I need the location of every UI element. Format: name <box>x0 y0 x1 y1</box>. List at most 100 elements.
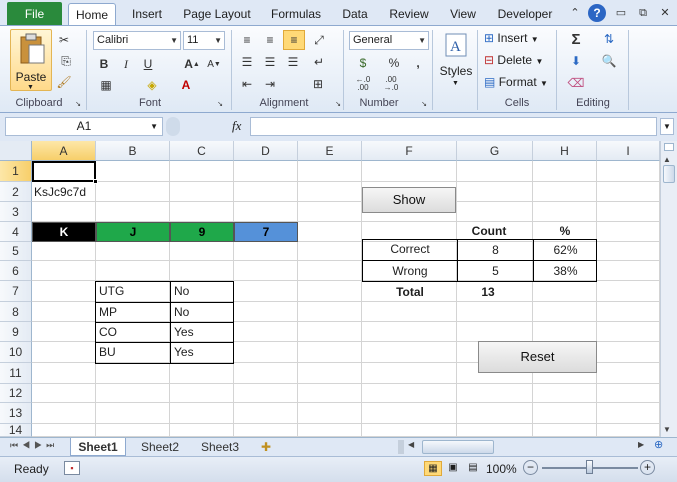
split-box[interactable] <box>664 143 674 151</box>
font-color-icon[interactable]: A <box>176 77 196 93</box>
column-header-i[interactable]: I <box>597 141 660 161</box>
tab-split-handle[interactable] <box>398 440 404 454</box>
insert-sheet-icon[interactable]: ✚ <box>256 438 276 456</box>
decrease-decimal-button[interactable]: .00 →.0 <box>378 76 404 92</box>
page-layout-view-icon[interactable]: ▣ <box>444 461 462 476</box>
row-header-7[interactable]: 7 <box>0 281 32 302</box>
scroll-left-icon[interactable]: ◀ <box>408 440 414 449</box>
align-middle-icon[interactable]: ≡ <box>261 32 279 48</box>
align-bottom-icon[interactable]: ≡ <box>283 30 305 50</box>
sheet-tab-3[interactable]: Sheet3 <box>194 438 246 456</box>
insert-cells-button[interactable]: ⊞ Insert ▼ <box>484 31 539 47</box>
column-header-f[interactable]: F <box>362 141 457 161</box>
row-header-12[interactable]: 12 <box>0 384 32 403</box>
number-format-select[interactable]: General ▼ <box>349 31 429 50</box>
increase-font-icon[interactable]: A ▲ <box>184 56 200 72</box>
scroll-up-icon[interactable]: ▲ <box>663 155 671 164</box>
row-header-11[interactable]: 11 <box>0 363 32 384</box>
tab-home[interactable]: Home <box>68 3 116 26</box>
row-header-10[interactable]: 10 <box>0 342 32 363</box>
tab-developer[interactable]: Developer <box>494 3 556 26</box>
sheet-tab-1[interactable]: Sheet1 <box>70 438 126 456</box>
sort-filter-icon[interactable]: ⇅ <box>596 31 622 47</box>
tab-data[interactable]: Data <box>335 3 375 26</box>
window-restore-icon[interactable]: ⧉ <box>634 5 652 21</box>
align-top-icon[interactable]: ≡ <box>238 32 256 48</box>
column-header-e[interactable]: E <box>298 141 362 161</box>
borders-icon[interactable]: ▦ <box>96 77 116 93</box>
wrap-text-icon[interactable]: ↵ <box>310 54 328 70</box>
increase-decimal-button[interactable]: ←.0 .00 <box>350 76 376 92</box>
position-value[interactable]: Yes <box>170 342 234 364</box>
decrease-font-icon[interactable]: A ▼ <box>206 56 222 72</box>
window-close-icon[interactable]: ✕ <box>656 5 674 21</box>
vertical-scrollbar[interactable]: ▲ ▼ <box>660 141 677 437</box>
column-header-h[interactable]: H <box>533 141 597 161</box>
percent-button[interactable]: % <box>386 55 402 71</box>
align-center-icon[interactable]: ☰ <box>261 54 279 70</box>
dialog-launcher-icon[interactable]: ↘ <box>74 100 82 108</box>
format-cells-button[interactable]: ▤ Format ▼ <box>484 75 548 91</box>
formula-input[interactable] <box>250 117 657 136</box>
card-cell[interactable]: J <box>96 222 170 242</box>
row-header-13[interactable]: 13 <box>0 403 32 424</box>
zoom-level[interactable]: 100% <box>486 462 517 476</box>
scroll-right-icon[interactable]: ▶ <box>638 440 644 449</box>
macro-record-icon[interactable]: ▪ <box>64 461 80 475</box>
column-header-g[interactable]: G <box>457 141 533 161</box>
format-painter-icon[interactable]: 🖌 <box>56 74 72 90</box>
fill-handle[interactable] <box>93 179 98 184</box>
autosum-icon[interactable]: Σ <box>564 31 588 48</box>
expand-formula-bar-icon[interactable]: ▼ <box>660 118 674 135</box>
window-minimize-icon[interactable]: ▭ <box>612 5 630 21</box>
bold-button[interactable]: B <box>96 56 112 72</box>
row-header-1[interactable]: 1 <box>0 161 32 182</box>
cut-icon[interactable]: ✂ <box>56 32 72 48</box>
sheet-nav-icons[interactable]: ⏮◀▶⏭ <box>10 440 58 451</box>
sheet-tab-2[interactable]: Sheet2 <box>134 438 186 456</box>
tab-page-layout[interactable]: Page Layout <box>178 3 256 26</box>
horizontal-scroll-thumb[interactable] <box>422 440 494 454</box>
position-name[interactable]: MP <box>95 302 171 323</box>
align-right-icon[interactable]: ☰ <box>284 54 302 70</box>
position-value[interactable]: No <box>170 302 234 323</box>
row-header-5[interactable]: 5 <box>0 242 32 261</box>
ribbon-minimize-icon[interactable]: ⌃ <box>566 5 584 21</box>
cell-a2[interactable]: KsJc9c7d <box>34 182 86 202</box>
font-size-select[interactable]: 11 ▼ <box>183 31 225 50</box>
comma-button[interactable]: , <box>410 55 426 71</box>
dialog-launcher-icon[interactable]: ↘ <box>334 100 342 108</box>
insert-function-button[interactable]: fx <box>232 118 241 134</box>
zoom-out-icon[interactable]: − <box>523 460 538 475</box>
column-header-c[interactable]: C <box>170 141 234 161</box>
scroll-down-icon[interactable]: ▼ <box>663 425 671 434</box>
row-header-4[interactable]: 4 <box>0 222 32 242</box>
orientation-icon[interactable]: ⤢ <box>310 32 328 48</box>
dialog-launcher-icon[interactable]: ↘ <box>216 100 224 108</box>
fit-icon[interactable]: ⊕ <box>654 438 663 451</box>
card-cell[interactable]: K <box>32 222 96 242</box>
font-name-select[interactable]: Calibri ▼ <box>93 31 181 50</box>
row-header-8[interactable]: 8 <box>0 302 32 322</box>
page-break-view-icon[interactable]: ▤ <box>464 461 482 476</box>
row-header-9[interactable]: 9 <box>0 322 32 342</box>
reset-button[interactable]: Reset <box>478 341 597 373</box>
selected-cell-a1[interactable] <box>32 161 96 182</box>
merge-center-icon[interactable]: ⊞ <box>306 76 330 92</box>
tab-review[interactable]: Review <box>384 3 434 26</box>
fill-icon[interactable]: ⬇ <box>564 53 588 69</box>
position-name[interactable]: UTG <box>95 281 171 303</box>
zoom-in-icon[interactable]: + <box>640 460 655 475</box>
column-header-a[interactable]: A <box>32 141 96 161</box>
column-header-b[interactable]: B <box>96 141 170 161</box>
card-cell[interactable]: 9 <box>170 222 234 242</box>
select-all-corner[interactable] <box>0 141 32 161</box>
clear-icon[interactable]: ⌫ <box>564 75 588 91</box>
find-select-icon[interactable]: 🔍 <box>596 53 622 69</box>
row-header-2[interactable]: 2 <box>0 182 32 202</box>
card-cell[interactable]: 7 <box>234 222 298 242</box>
paste-button[interactable]: Paste ▼ <box>10 29 52 91</box>
decrease-indent-icon[interactable]: ⇤ <box>238 76 256 92</box>
row-header-6[interactable]: 6 <box>0 261 32 281</box>
tab-formulas[interactable]: Formulas <box>264 3 328 26</box>
